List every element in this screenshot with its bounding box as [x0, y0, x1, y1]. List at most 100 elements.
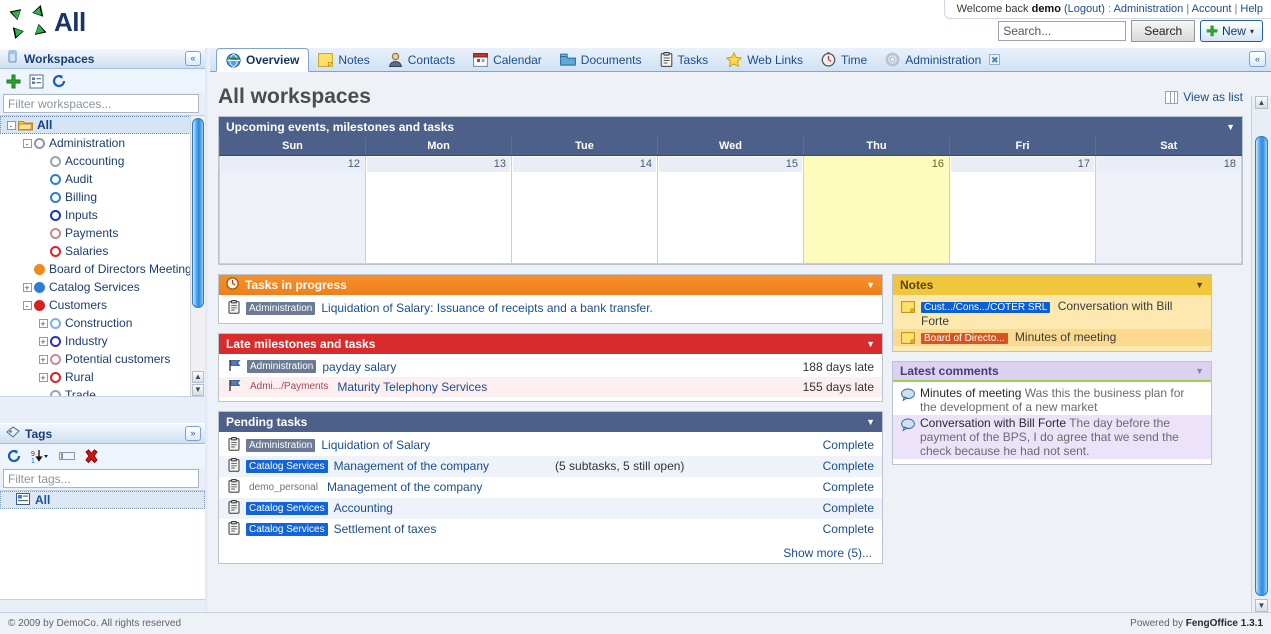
- workspace-tree-item[interactable]: Audit: [0, 170, 205, 188]
- workspace-tree-item[interactable]: + Construction: [0, 314, 205, 332]
- tree-twisty-icon[interactable]: -: [4, 120, 18, 131]
- workspace-tree-item[interactable]: Salaries: [0, 242, 205, 260]
- pending-task-row[interactable]: Administration Liquidation of Salary Compl…: [219, 435, 882, 456]
- complete-action-link[interactable]: Complete: [823, 501, 874, 515]
- task-in-progress-row[interactable]: Administration Liquidation of Salary: Iss…: [219, 298, 882, 319]
- tab-time[interactable]: Time: [812, 48, 876, 71]
- milestone-title[interactable]: Maturity Telephony Services: [337, 380, 487, 394]
- calendar-day-cell[interactable]: 16: [803, 154, 950, 264]
- scrollbar-thumb[interactable]: [1255, 136, 1268, 596]
- collapse-caret-icon[interactable]: ▼: [1195, 280, 1204, 290]
- tag-item-all[interactable]: All: [0, 491, 205, 509]
- tab-administration[interactable]: Administration ✖: [876, 48, 1009, 71]
- filter-workspaces-input[interactable]: [3, 94, 199, 113]
- calendar-day-cell[interactable]: 12: [219, 154, 366, 264]
- workspace-chip[interactable]: Cust.../Cons.../COTER SRL: [921, 301, 1051, 313]
- late-milestone-row[interactable]: Admi.../Payments Maturity Telephony Servi…: [219, 376, 882, 397]
- scrollbar-thumb[interactable]: [192, 118, 204, 308]
- scroll-up-arrow-icon[interactable]: ▲: [1255, 96, 1268, 109]
- tab-notes[interactable]: Notes: [309, 48, 378, 71]
- comment-row[interactable]: Conversation with Bill Forte The day bef…: [893, 414, 1211, 459]
- account-link[interactable]: Account: [1192, 3, 1232, 15]
- workspace-chip[interactable]: Catalog Services: [246, 459, 328, 473]
- workspace-tree-item[interactable]: Accounting: [0, 152, 205, 170]
- scroll-down-arrow-icon[interactable]: ▼: [1255, 599, 1268, 612]
- search-input[interactable]: [998, 21, 1127, 41]
- app-logo[interactable]: All: [8, 2, 86, 42]
- tab-calendar[interactable]: Calendar: [464, 48, 551, 71]
- task-title[interactable]: Management of the company: [334, 459, 489, 473]
- calendar-day-cell[interactable]: 18: [1095, 154, 1242, 264]
- workspace-chip[interactable]: Admi.../Payments: [247, 380, 331, 393]
- add-workspace-icon[interactable]: [6, 74, 21, 89]
- workspace-tree-item[interactable]: + Rural: [0, 368, 205, 386]
- new-button[interactable]: ✚ New ▾: [1200, 20, 1263, 42]
- expand-tags-button[interactable]: »: [185, 426, 201, 441]
- calendar-day-cell[interactable]: 15: [657, 154, 804, 264]
- tab-contacts[interactable]: Contacts: [379, 48, 464, 71]
- workspace-tree-item[interactable]: + Potential customers: [0, 350, 205, 368]
- collapse-caret-icon[interactable]: ▼: [866, 280, 875, 290]
- view-as-list-button[interactable]: View as list: [1165, 90, 1243, 104]
- collapse-panel-button[interactable]: «: [1249, 51, 1266, 67]
- collapse-caret-icon[interactable]: ▼: [866, 339, 875, 349]
- complete-action-link[interactable]: Complete: [823, 438, 874, 452]
- show-more-link[interactable]: Show more (5)...: [219, 544, 882, 563]
- filter-tags-input[interactable]: [3, 469, 199, 488]
- help-link[interactable]: Help: [1240, 3, 1263, 15]
- milestone-title[interactable]: payday salary: [322, 360, 396, 374]
- pending-task-row[interactable]: Catalog Services Settlement of taxes Compl…: [219, 519, 882, 540]
- sort-tags-icon[interactable]: 9 1: [31, 449, 50, 464]
- workspace-chip[interactable]: Catalog Services: [246, 501, 328, 515]
- collapse-sidebar-button[interactable]: «: [185, 51, 201, 66]
- scroll-down-arrow-icon[interactable]: ▼: [192, 384, 204, 396]
- task-title[interactable]: Liquidation of Salary: Issuance of recei…: [321, 301, 653, 315]
- rename-tag-icon[interactable]: [59, 450, 75, 462]
- comment-object-title[interactable]: Minutes of meeting: [920, 386, 1021, 400]
- complete-action-link[interactable]: Complete: [823, 459, 874, 473]
- workspace-chip[interactable]: Administration: [247, 360, 317, 373]
- tree-twisty-icon[interactable]: -: [20, 138, 34, 149]
- task-title[interactable]: Liquidation of Salary: [321, 438, 430, 452]
- workspace-chip[interactable]: Board of Directo...: [921, 332, 1008, 344]
- workspace-tree-item[interactable]: + Industry: [0, 332, 205, 350]
- workspace-tree-item[interactable]: Billing: [0, 188, 205, 206]
- workspace-tree-item[interactable]: - Administration: [0, 134, 205, 152]
- note-row[interactable]: Cust.../Cons.../COTER SRL Conversation w…: [893, 298, 1211, 329]
- list-workspaces-icon[interactable]: [29, 74, 44, 89]
- tab-tasks[interactable]: Tasks: [651, 48, 718, 71]
- refresh-workspaces-icon[interactable]: [52, 74, 67, 89]
- comment-object-title[interactable]: Conversation with Bill Forte: [920, 416, 1066, 430]
- delete-tag-icon[interactable]: [84, 448, 99, 464]
- calendar-day-cell[interactable]: 17: [949, 154, 1096, 264]
- late-milestone-row[interactable]: Administration payday salary 188 days late: [219, 357, 882, 377]
- comment-row[interactable]: Minutes of meeting Was this the business…: [893, 385, 1211, 415]
- workspace-chip[interactable]: Administration: [246, 438, 316, 452]
- refresh-tags-icon[interactable]: [7, 449, 22, 464]
- complete-action-link[interactable]: Complete: [823, 480, 874, 494]
- search-button[interactable]: Search: [1131, 20, 1196, 42]
- workspace-tree-item[interactable]: - All: [0, 116, 205, 134]
- tab-web-links[interactable]: Web Links: [717, 48, 812, 71]
- tree-twisty-icon[interactable]: +: [36, 372, 50, 383]
- tree-twisty-icon[interactable]: +: [36, 318, 50, 329]
- tree-twisty-icon[interactable]: +: [36, 354, 50, 365]
- pending-task-row[interactable]: Catalog Services Management of the compan…: [219, 455, 882, 477]
- task-title[interactable]: Management of the company: [327, 480, 482, 494]
- workspace-tree-item[interactable]: Inputs: [0, 206, 205, 224]
- tab-documents[interactable]: Documents: [551, 48, 651, 71]
- tab-overview[interactable]: Overview: [216, 48, 310, 72]
- pending-task-row[interactable]: demo_personal Management of the company Co…: [219, 477, 882, 498]
- note-row[interactable]: Board of Directo... Minutes of meeting: [893, 328, 1211, 346]
- workspace-tree-item[interactable]: Payments: [0, 224, 205, 242]
- tree-twisty-icon[interactable]: +: [20, 282, 34, 293]
- collapse-caret-icon[interactable]: ▼: [1226, 122, 1235, 132]
- scroll-up-arrow-icon[interactable]: ▲: [192, 371, 204, 383]
- workspace-chip[interactable]: demo_personal: [246, 481, 321, 494]
- workspace-chip[interactable]: Administration: [246, 301, 316, 315]
- note-title[interactable]: Minutes of meeting: [1012, 330, 1116, 344]
- task-title[interactable]: Settlement of taxes: [334, 522, 437, 536]
- workspace-tree-item[interactable]: Trade: [0, 386, 205, 396]
- content-scrollbar[interactable]: ▲ ▼: [1251, 96, 1271, 612]
- task-title[interactable]: Accounting: [334, 501, 393, 515]
